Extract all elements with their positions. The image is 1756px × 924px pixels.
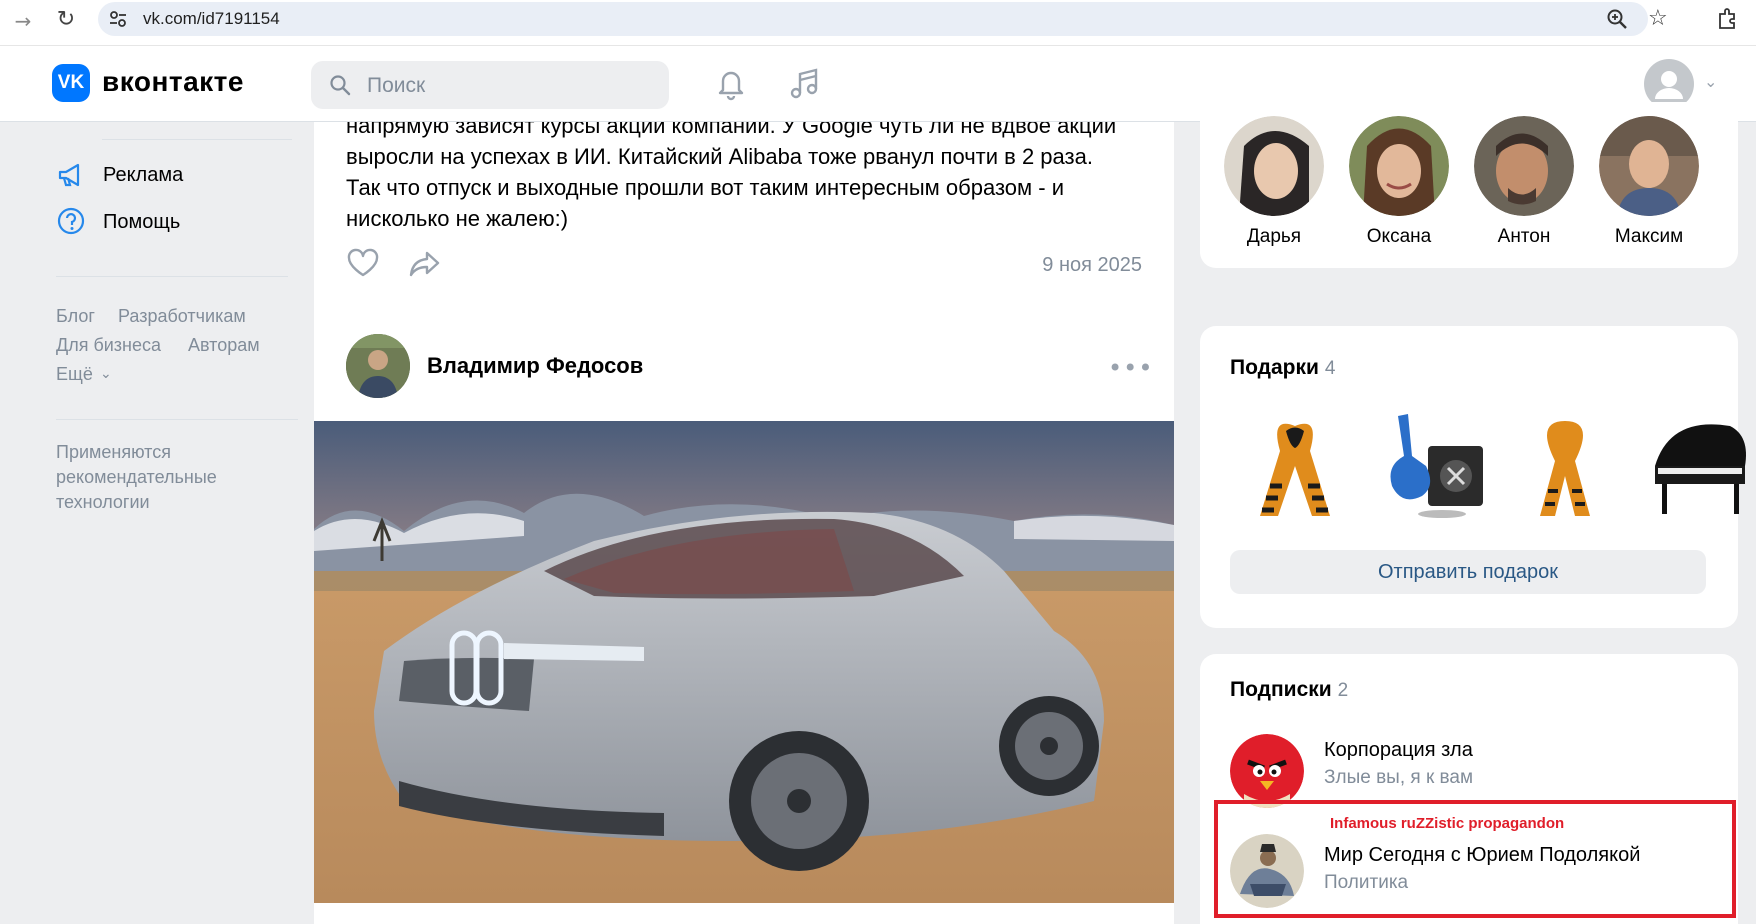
post-author-name[interactable]: Владимир Федосов [427,353,643,379]
url-text[interactable]: vk.com/id7191154 [143,9,280,29]
post-image[interactable] [314,421,1174,903]
footer-link-more[interactable]: Ещё [56,364,93,385]
left-sidebar: Реклама Помощь Блог Разработчикам Для би… [0,122,310,924]
vk-logo[interactable]: VK [52,64,90,102]
site-settings-icon[interactable] [108,9,128,29]
author-avatar[interactable] [346,334,410,398]
post-date[interactable]: 9 ноя 2025 [1042,254,1142,277]
recommendation-note[interactable]: Применяются рекомендательные технологии [56,440,276,515]
grand-piano-icon[interactable] [1650,406,1756,526]
friend-item[interactable]: Антон [1474,116,1574,248]
send-gift-button[interactable]: Отправить подарок [1230,550,1706,594]
gifts-title-text: Подарки [1230,356,1319,379]
friend-item[interactable]: Дарья [1224,116,1324,248]
chevron-down-icon[interactable]: ⌄ [1704,72,1717,91]
friend-item[interactable]: Максим [1599,116,1699,248]
subscription-category: Злые вы, я к вам [1324,767,1474,788]
more-options-icon[interactable]: ••• [1108,354,1153,382]
ribbon-bow-icon[interactable] [1510,406,1620,526]
post-text-line: нисколько не жалею:) [346,206,569,231]
share-arrow-icon[interactable] [408,248,442,278]
friend-name[interactable]: Максим [1599,226,1699,248]
friend-avatar[interactable] [1224,116,1324,216]
browser-toolbar: → ↻ vk.com/id7191154 ☆ [0,0,1756,46]
post-text-line: Так что отпуск и выходные прошли вот так… [346,175,1064,200]
subscription-avatar[interactable] [1230,734,1304,808]
friends-card: Дарья Оксана Антон Максим [1200,102,1738,268]
friend-item[interactable]: Оксана [1349,116,1449,248]
friend-avatar[interactable] [1474,116,1574,216]
feed-column: напрямую зависят курсы акции компании. У… [314,122,1174,924]
reload-icon[interactable]: ↻ [50,4,82,36]
subscriptions-count: 2 [1337,680,1349,701]
friend-avatar[interactable] [1599,116,1699,216]
divider [102,139,292,140]
friend-name[interactable]: Оксана [1349,226,1449,248]
megaphone-icon [58,163,80,187]
subscriptions-title-text: Подписки [1230,678,1332,701]
extensions-icon[interactable] [1716,6,1740,30]
search-icon [330,75,351,96]
post-text-line: напрямую зависят курсы акции компании. У… [346,122,1117,138]
subscription-name[interactable]: Корпорация зла [1324,739,1473,762]
forward-arrow-icon[interactable]: → [8,6,38,36]
sidebar-item-ads[interactable]: Реклама [103,164,183,187]
chevron-down-icon[interactable]: ⌄ [100,365,112,382]
divider [56,419,298,420]
post-text-line: выросли на успехах в ИИ. Китайский Aliba… [346,144,1093,169]
help-circle-icon [57,207,85,235]
gifts-card: Подарки 4 Отправить подарок [1200,326,1746,628]
zoom-icon[interactable] [1606,8,1628,30]
gifts-title[interactable]: Подарки 4 [1230,356,1335,380]
footer-link-blog[interactable]: Блог [56,306,95,327]
friend-avatar[interactable] [1349,116,1449,216]
footer-link-business[interactable]: Для бизнеса [56,335,161,356]
like-heart-icon[interactable] [346,248,380,278]
friend-name[interactable]: Дарья [1224,226,1324,248]
search-placeholder: Поиск [367,74,426,97]
bookmark-star-icon[interactable]: ☆ [1648,6,1668,31]
friend-name[interactable]: Антон [1474,226,1574,248]
post-text: напрямую зависят курсы акции компании. У… [346,122,1146,234]
site-wordmark[interactable]: вконтакте [102,66,244,98]
footer-link-developers[interactable]: Разработчикам [118,306,246,327]
address-bar[interactable]: vk.com/id7191154 ☆ [98,2,1668,36]
annotation-label: Infamous ruZZistic propagandon [1330,815,1565,832]
search-input[interactable]: Поиск [311,61,669,109]
music-icon[interactable] [788,66,822,102]
subscriptions-title[interactable]: Подписки 2 [1230,678,1348,702]
divider [56,276,288,277]
st-george-ribbon-icon[interactable] [1240,406,1350,526]
guitar-amp-icon[interactable] [1378,406,1488,526]
footer-link-authors[interactable]: Авторам [188,335,260,356]
gifts-count: 4 [1324,358,1336,379]
sidebar-item-help[interactable]: Помощь [103,211,180,234]
bell-icon[interactable] [714,66,748,102]
